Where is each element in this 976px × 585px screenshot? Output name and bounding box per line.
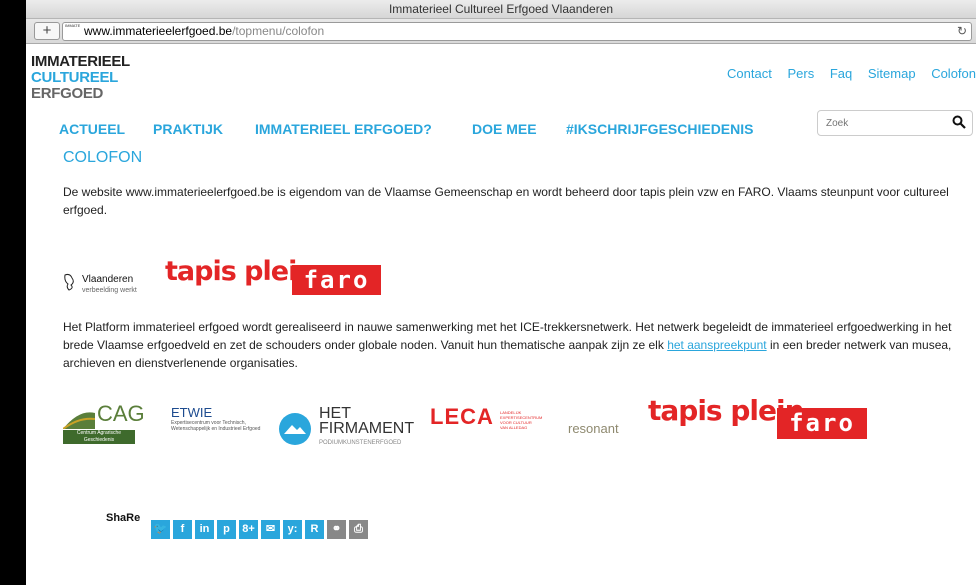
firmament-icon[interactable] bbox=[278, 412, 312, 446]
firmament-subtitle: PODIUMKUNSTENERFGOED bbox=[319, 440, 402, 446]
googleplus-icon[interactable]: 8+ bbox=[239, 520, 258, 539]
email-icon[interactable]: ✉ bbox=[261, 520, 280, 539]
main-content: COLOFON De website www.immaterieelerfgoe… bbox=[63, 149, 963, 446]
nav-immaterieel-erfgoed[interactable]: IMMATERIEEL ERFGOED? bbox=[255, 121, 432, 137]
facebook-icon[interactable]: f bbox=[173, 520, 192, 539]
nav-doe-mee[interactable]: DOE MEE bbox=[472, 121, 537, 137]
cag-logo[interactable]: CAG Centrum Agrarische Geschiedenis bbox=[63, 401, 163, 444]
readability-icon[interactable]: R bbox=[305, 520, 324, 539]
page-content: IMMATERIEEL CULTUREEL ERFGOED Contact Pe… bbox=[26, 44, 976, 585]
reload-icon[interactable]: ↻ bbox=[957, 23, 967, 40]
cag-subtitle: Centrum Agrarische Geschiedenis bbox=[63, 430, 135, 444]
search-icon[interactable] bbox=[952, 115, 966, 129]
nav-praktijk[interactable]: PRAKTIJK bbox=[153, 121, 223, 137]
logo-line-2: CULTUREEL bbox=[31, 69, 119, 86]
intro-paragraph: De website www.immaterieelerfgoed.be is … bbox=[63, 185, 949, 217]
logo-line-3: ERFGOED bbox=[31, 85, 104, 102]
firmament-logo[interactable]: HET FIRMAMENT PODIUMKUNSTENERFGOED bbox=[319, 406, 414, 451]
pinterest-icon[interactable]: p bbox=[217, 520, 236, 539]
window-title: Immaterieel Cultureel Erfgoed Vlaanderen bbox=[26, 0, 976, 19]
cag-field-icon bbox=[63, 412, 95, 429]
twitter-icon[interactable]: 🐦 bbox=[151, 520, 170, 539]
url-path: /topmenu/colofon bbox=[232, 24, 325, 38]
leca-subtitle: LANDELIJK EXPERTISECENTRUM VOOR CULTUUR … bbox=[500, 410, 543, 430]
resonant-logo[interactable]: resonant bbox=[568, 420, 619, 438]
topmenu-colofon[interactable]: Colofon bbox=[931, 66, 976, 81]
vlaanderen-tagline: verbeelding werkt bbox=[82, 287, 137, 294]
topmenu-sitemap[interactable]: Sitemap bbox=[868, 66, 916, 81]
url-text: www.immaterieelerfgoed.be/topmenu/colofo… bbox=[84, 23, 324, 40]
vlaanderen-text: Vlaanderen verbeelding werkt bbox=[82, 274, 137, 296]
nav-actueel[interactable]: ACTUEEL bbox=[59, 121, 125, 137]
faro-logo[interactable]: faro bbox=[292, 265, 381, 295]
platform-paragraph: Het Platform immaterieel erfgoed wordt g… bbox=[63, 318, 953, 372]
firmament-text: FIRMAMENT bbox=[319, 420, 415, 437]
vlaanderen-name: Vlaanderen bbox=[82, 274, 134, 285]
logo-line-1: IMMATERIEEL bbox=[31, 53, 130, 70]
search-input[interactable] bbox=[824, 117, 938, 130]
url-host: www.immaterieelerfgoed.be bbox=[84, 24, 233, 38]
top-menu: Contact Pers Faq Sitemap Colofon bbox=[715, 66, 976, 81]
share-label: ShaRe bbox=[106, 512, 141, 524]
linkedin-icon[interactable]: in bbox=[195, 520, 214, 539]
etwie-subtitle: Expertisecentrum voor Technisch, Wetensc… bbox=[171, 420, 261, 432]
site-logo[interactable]: IMMATERIEEL CULTUREEL ERFGOED bbox=[31, 54, 130, 102]
topmenu-pers[interactable]: Pers bbox=[787, 66, 814, 81]
new-tab-button[interactable]: + bbox=[34, 22, 60, 40]
link-icon[interactable]: ⚭ bbox=[327, 520, 346, 539]
topmenu-faq[interactable]: Faq bbox=[830, 66, 852, 81]
faro-logo-2[interactable]: faro bbox=[777, 408, 867, 439]
address-bar[interactable]: IMMATERI CULTUREEL ERFGOED www.immaterie… bbox=[62, 22, 972, 41]
vlaanderen-lion-icon bbox=[64, 273, 74, 291]
nav-ikschrijfgeschiedenis[interactable]: #IKSCHRIJFGESCHIEDENIS bbox=[566, 121, 753, 137]
page-title: COLOFON bbox=[63, 149, 143, 166]
search-box bbox=[817, 110, 973, 136]
topmenu-contact[interactable]: Contact bbox=[727, 66, 772, 81]
leca-logo[interactable]: LECA bbox=[430, 406, 494, 428]
yammer-icon[interactable]: y: bbox=[283, 520, 302, 539]
browser-window: Immaterieel Cultureel Erfgoed Vlaanderen… bbox=[26, 0, 976, 585]
aanspreekpunt-link[interactable]: het aanspreekpunt bbox=[667, 338, 766, 352]
het-text: HET bbox=[319, 405, 351, 422]
favicon-icon: IMMATERI CULTUREEL ERFGOED bbox=[65, 24, 80, 38]
print-icon[interactable]: ⎙ bbox=[349, 520, 368, 539]
cag-text: CAG bbox=[97, 401, 145, 426]
browser-toolbar: + IMMATERI CULTUREEL ERFGOED www.immater… bbox=[26, 19, 976, 44]
